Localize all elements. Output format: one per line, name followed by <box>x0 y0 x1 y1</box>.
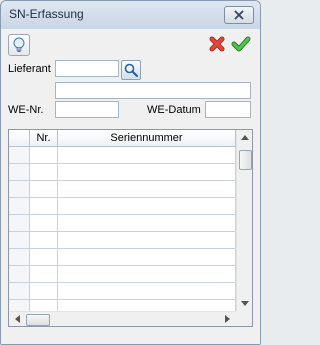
row-indicator-cell <box>9 198 30 215</box>
nr-cell[interactable] <box>30 232 58 249</box>
red-x-icon <box>209 36 225 52</box>
we-nr-label: WE-Nr. <box>8 104 44 116</box>
seriennummer-cell[interactable] <box>58 266 236 283</box>
cancel-button[interactable] <box>207 34 227 54</box>
horizontal-scrollbar[interactable] <box>9 311 236 326</box>
table-row[interactable] <box>9 232 236 249</box>
scroll-up-arrow-icon[interactable] <box>241 134 249 140</box>
hint-button[interactable] <box>8 34 30 56</box>
nr-cell[interactable] <box>30 164 58 181</box>
row-indicator-cell <box>9 300 30 311</box>
horizontal-scroll-thumb[interactable] <box>26 314 50 326</box>
row-indicator-cell <box>9 147 30 164</box>
close-icon <box>234 10 244 20</box>
table-row[interactable] <box>9 249 236 266</box>
scroll-left-arrow-icon[interactable] <box>14 315 20 323</box>
nr-cell[interactable] <box>30 215 58 232</box>
seriennummer-cell[interactable] <box>58 147 236 164</box>
row-indicator-cell <box>9 283 30 300</box>
table-row[interactable] <box>9 198 236 215</box>
sn-erfassung-window: SN-Erfassung Lieferant WE-Nr. WE-Datum N… <box>0 0 261 345</box>
table-row[interactable] <box>9 181 236 198</box>
we-datum-input[interactable] <box>205 101 251 118</box>
row-indicator-cell <box>9 215 30 232</box>
table-row[interactable] <box>9 147 236 164</box>
lieferant-label: Lieferant <box>8 63 51 75</box>
seriennummer-cell[interactable] <box>58 232 236 249</box>
seriennummer-cell[interactable] <box>58 164 236 181</box>
lieferant-search-button[interactable] <box>121 60 141 80</box>
we-datum-label: WE-Datum <box>147 104 201 116</box>
seriennummer-cell[interactable] <box>58 198 236 215</box>
window-close-button[interactable] <box>224 6 254 24</box>
vertical-scroll-thumb[interactable] <box>239 150 252 170</box>
lightbulb-icon <box>13 37 25 52</box>
row-indicator-cell <box>9 232 30 249</box>
scroll-down-arrow-icon[interactable] <box>241 301 249 307</box>
dialog-body: Lieferant WE-Nr. WE-Datum Nr. Seriennumm… <box>1 29 260 344</box>
green-check-icon <box>231 36 251 52</box>
row-indicator-cell <box>9 249 30 266</box>
table-row[interactable] <box>9 266 236 283</box>
table-row[interactable] <box>9 283 236 300</box>
title-bar[interactable]: SN-Erfassung <box>1 1 260 29</box>
seriennummer-cell[interactable] <box>58 181 236 198</box>
row-indicator-cell <box>9 164 30 181</box>
vertical-scrollbar[interactable] <box>236 130 252 311</box>
serial-number-grid[interactable]: Nr. Seriennummer <box>8 129 253 327</box>
grid-header-nr[interactable]: Nr. <box>30 130 58 147</box>
window-title: SN-Erfassung <box>9 7 84 21</box>
nr-cell[interactable] <box>30 147 58 164</box>
grid-header-seriennummer[interactable]: Seriennummer <box>58 130 236 147</box>
grid-header-indicator <box>9 130 30 147</box>
nr-cell[interactable] <box>30 283 58 300</box>
nr-cell[interactable] <box>30 249 58 266</box>
scroll-right-arrow-icon[interactable] <box>225 315 231 323</box>
lieferant-input[interactable] <box>55 60 119 77</box>
nr-cell[interactable] <box>30 300 58 311</box>
seriennummer-cell[interactable] <box>58 300 236 311</box>
row-indicator-cell <box>9 266 30 283</box>
nr-cell[interactable] <box>30 181 58 198</box>
table-row[interactable] <box>9 164 236 181</box>
ok-button[interactable] <box>231 34 251 54</box>
seriennummer-cell[interactable] <box>58 215 236 232</box>
grid-viewport: Nr. Seriennummer <box>9 130 236 311</box>
scrollbar-corner <box>236 311 252 326</box>
table-row[interactable] <box>9 300 236 311</box>
nr-cell[interactable] <box>30 266 58 283</box>
magnifier-icon <box>124 63 139 78</box>
row-indicator-cell <box>9 181 30 198</box>
nr-cell[interactable] <box>30 198 58 215</box>
seriennummer-cell[interactable] <box>58 249 236 266</box>
lieferant-name-field[interactable] <box>55 82 251 99</box>
we-nr-input[interactable] <box>55 101 119 118</box>
seriennummer-cell[interactable] <box>58 283 236 300</box>
table-row[interactable] <box>9 215 236 232</box>
